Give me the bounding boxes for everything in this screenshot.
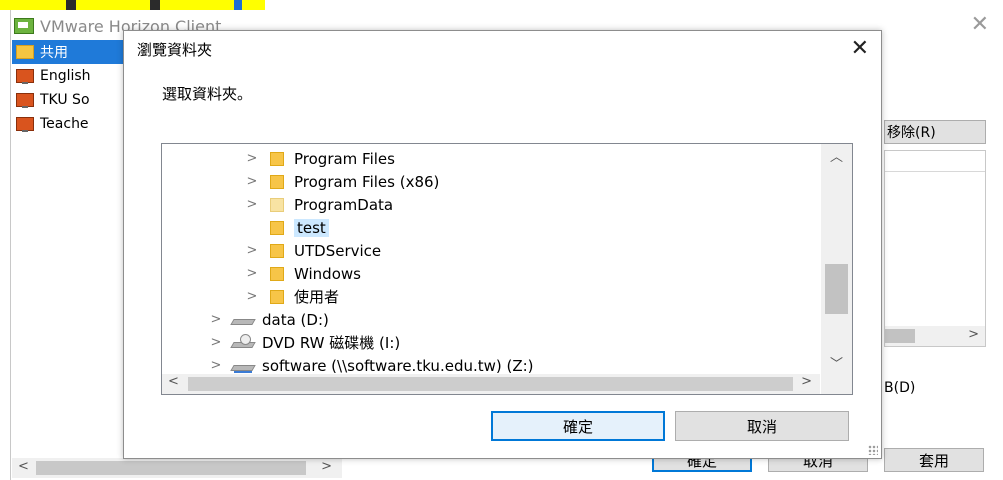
tree-item-label: software (\\software.tku.edu.tw) (Z:): [262, 356, 534, 375]
scroll-right-icon[interactable]: >: [801, 374, 812, 389]
sidebar-item-english[interactable]: English: [12, 64, 127, 88]
scroll-thumb[interactable]: [825, 264, 848, 314]
browse-folder-dialog: 瀏覽資料夾 ✕ 選取資料夾。 > Program Files > Program…: [123, 30, 882, 459]
bottom-horizontal-scrollbar[interactable]: < >: [12, 458, 342, 478]
drive-icon: [232, 315, 254, 325]
shared-folder-list[interactable]: >: [884, 150, 986, 347]
network-drive-icon: [232, 361, 254, 373]
folder-icon: [270, 151, 284, 166]
folder-icon: [270, 289, 284, 304]
sidebar-item-tku[interactable]: TKU So: [12, 88, 127, 112]
chevron-right-icon[interactable]: >: [208, 312, 224, 327]
scroll-thumb[interactable]: [188, 377, 793, 391]
tree-item-programdata[interactable]: > ProgramData: [162, 193, 852, 216]
tree-item-label: data (D:): [262, 310, 329, 329]
tree-horizontal-scrollbar[interactable]: < >: [162, 374, 820, 394]
tree-item-windows[interactable]: > Windows: [162, 262, 852, 285]
chevron-right-icon[interactable]: >: [208, 358, 224, 373]
folder-light-icon: [270, 197, 284, 212]
desktop-icon: [16, 69, 34, 84]
tree-item-utdservice[interactable]: > UTDService: [162, 239, 852, 262]
sidebar-item-teacher[interactable]: Teache: [12, 112, 127, 136]
tree-item-label: 使用者: [294, 288, 340, 306]
bg-apply-button[interactable]: 套用: [884, 448, 984, 472]
tree-item-dvd-drive[interactable]: > DVD RW 磁碟機 (I:): [162, 331, 852, 354]
tree-item-program-files[interactable]: > Program Files: [162, 147, 852, 170]
dialog-instruction: 選取資料夾。: [162, 85, 253, 103]
scroll-left-icon[interactable]: <: [18, 459, 29, 474]
tree-item-program-files-x86[interactable]: > Program Files (x86): [162, 170, 852, 193]
folder-tree[interactable]: > Program Files > Program Files (x86) > …: [161, 143, 853, 395]
scroll-right-icon[interactable]: >: [321, 459, 332, 474]
folder-icon: [270, 174, 284, 189]
scroll-thumb[interactable]: [36, 461, 306, 475]
tree-item-label: UTDService: [294, 241, 382, 260]
tree-item-users[interactable]: > 使用者: [162, 285, 852, 308]
list-header: [885, 151, 985, 172]
chevron-right-icon[interactable]: >: [244, 266, 260, 281]
sidebar-item-label: Teache: [40, 116, 89, 132]
tree-item-label: Program Files: [294, 149, 395, 168]
tree-item-data-drive[interactable]: > data (D:): [162, 308, 852, 331]
scroll-down-icon[interactable]: ﹀: [821, 353, 852, 372]
scroll-left-icon[interactable]: <: [168, 374, 179, 389]
dialog-title: 瀏覽資料夾: [137, 41, 213, 59]
close-icon[interactable]: ✕: [851, 36, 869, 61]
tree-item-label: test: [294, 218, 329, 237]
scroll-thumb[interactable]: [885, 329, 915, 343]
chevron-right-icon[interactable]: >: [244, 243, 260, 258]
taskbar-marker: [234, 0, 242, 10]
tree-vertical-scrollbar[interactable]: ︿ ﹀: [821, 144, 852, 374]
tree-item-label: Windows: [294, 264, 361, 283]
chevron-right-icon[interactable]: >: [208, 335, 224, 350]
tree-item-label: ProgramData: [294, 195, 394, 214]
window-close-icon[interactable]: ✕: [971, 12, 989, 37]
remove-button[interactable]: 移除(R): [884, 120, 986, 144]
sidebar-item-label: TKU So: [40, 92, 90, 108]
tree-item-label: Program Files (x86): [294, 172, 440, 191]
dvd-drive-icon: [232, 333, 254, 348]
tree-item-test[interactable]: test: [162, 216, 852, 239]
cancel-button[interactable]: 取消: [675, 411, 849, 441]
folder-icon: [270, 266, 284, 281]
highlight-strip: [0, 0, 265, 10]
scroll-up-icon[interactable]: ︿: [821, 146, 852, 165]
desktop-icon: [16, 117, 34, 132]
vmware-app-icon: [14, 18, 34, 34]
folder-icon: [270, 243, 284, 258]
tree-item-label: DVD RW 磁碟機 (I:): [262, 334, 401, 352]
sidebar-item-label: 共用: [40, 45, 68, 61]
chevron-right-icon[interactable]: >: [244, 151, 260, 166]
taskbar-marker: [66, 0, 76, 10]
folder-icon: [16, 45, 34, 59]
chevron-right-icon[interactable]: >: [244, 289, 260, 304]
resize-grip-icon[interactable]: [868, 445, 878, 455]
list-horizontal-scrollbar[interactable]: >: [885, 326, 985, 346]
ok-button[interactable]: 確定: [491, 411, 665, 441]
desktop-icon: [16, 93, 34, 108]
scrollbar-corner: [821, 374, 852, 394]
sidebar: 共用 English TKU So Teache: [12, 40, 127, 470]
sidebar-item-label: English: [40, 68, 91, 84]
taskbar-marker: [150, 0, 160, 10]
sidebar-item-shared[interactable]: 共用: [12, 40, 127, 64]
chevron-right-icon[interactable]: >: [244, 174, 260, 189]
option-label[interactable]: B(D): [884, 380, 915, 396]
folder-icon: [270, 220, 284, 235]
scroll-right-icon[interactable]: >: [968, 327, 979, 342]
chevron-right-icon[interactable]: >: [244, 197, 260, 212]
